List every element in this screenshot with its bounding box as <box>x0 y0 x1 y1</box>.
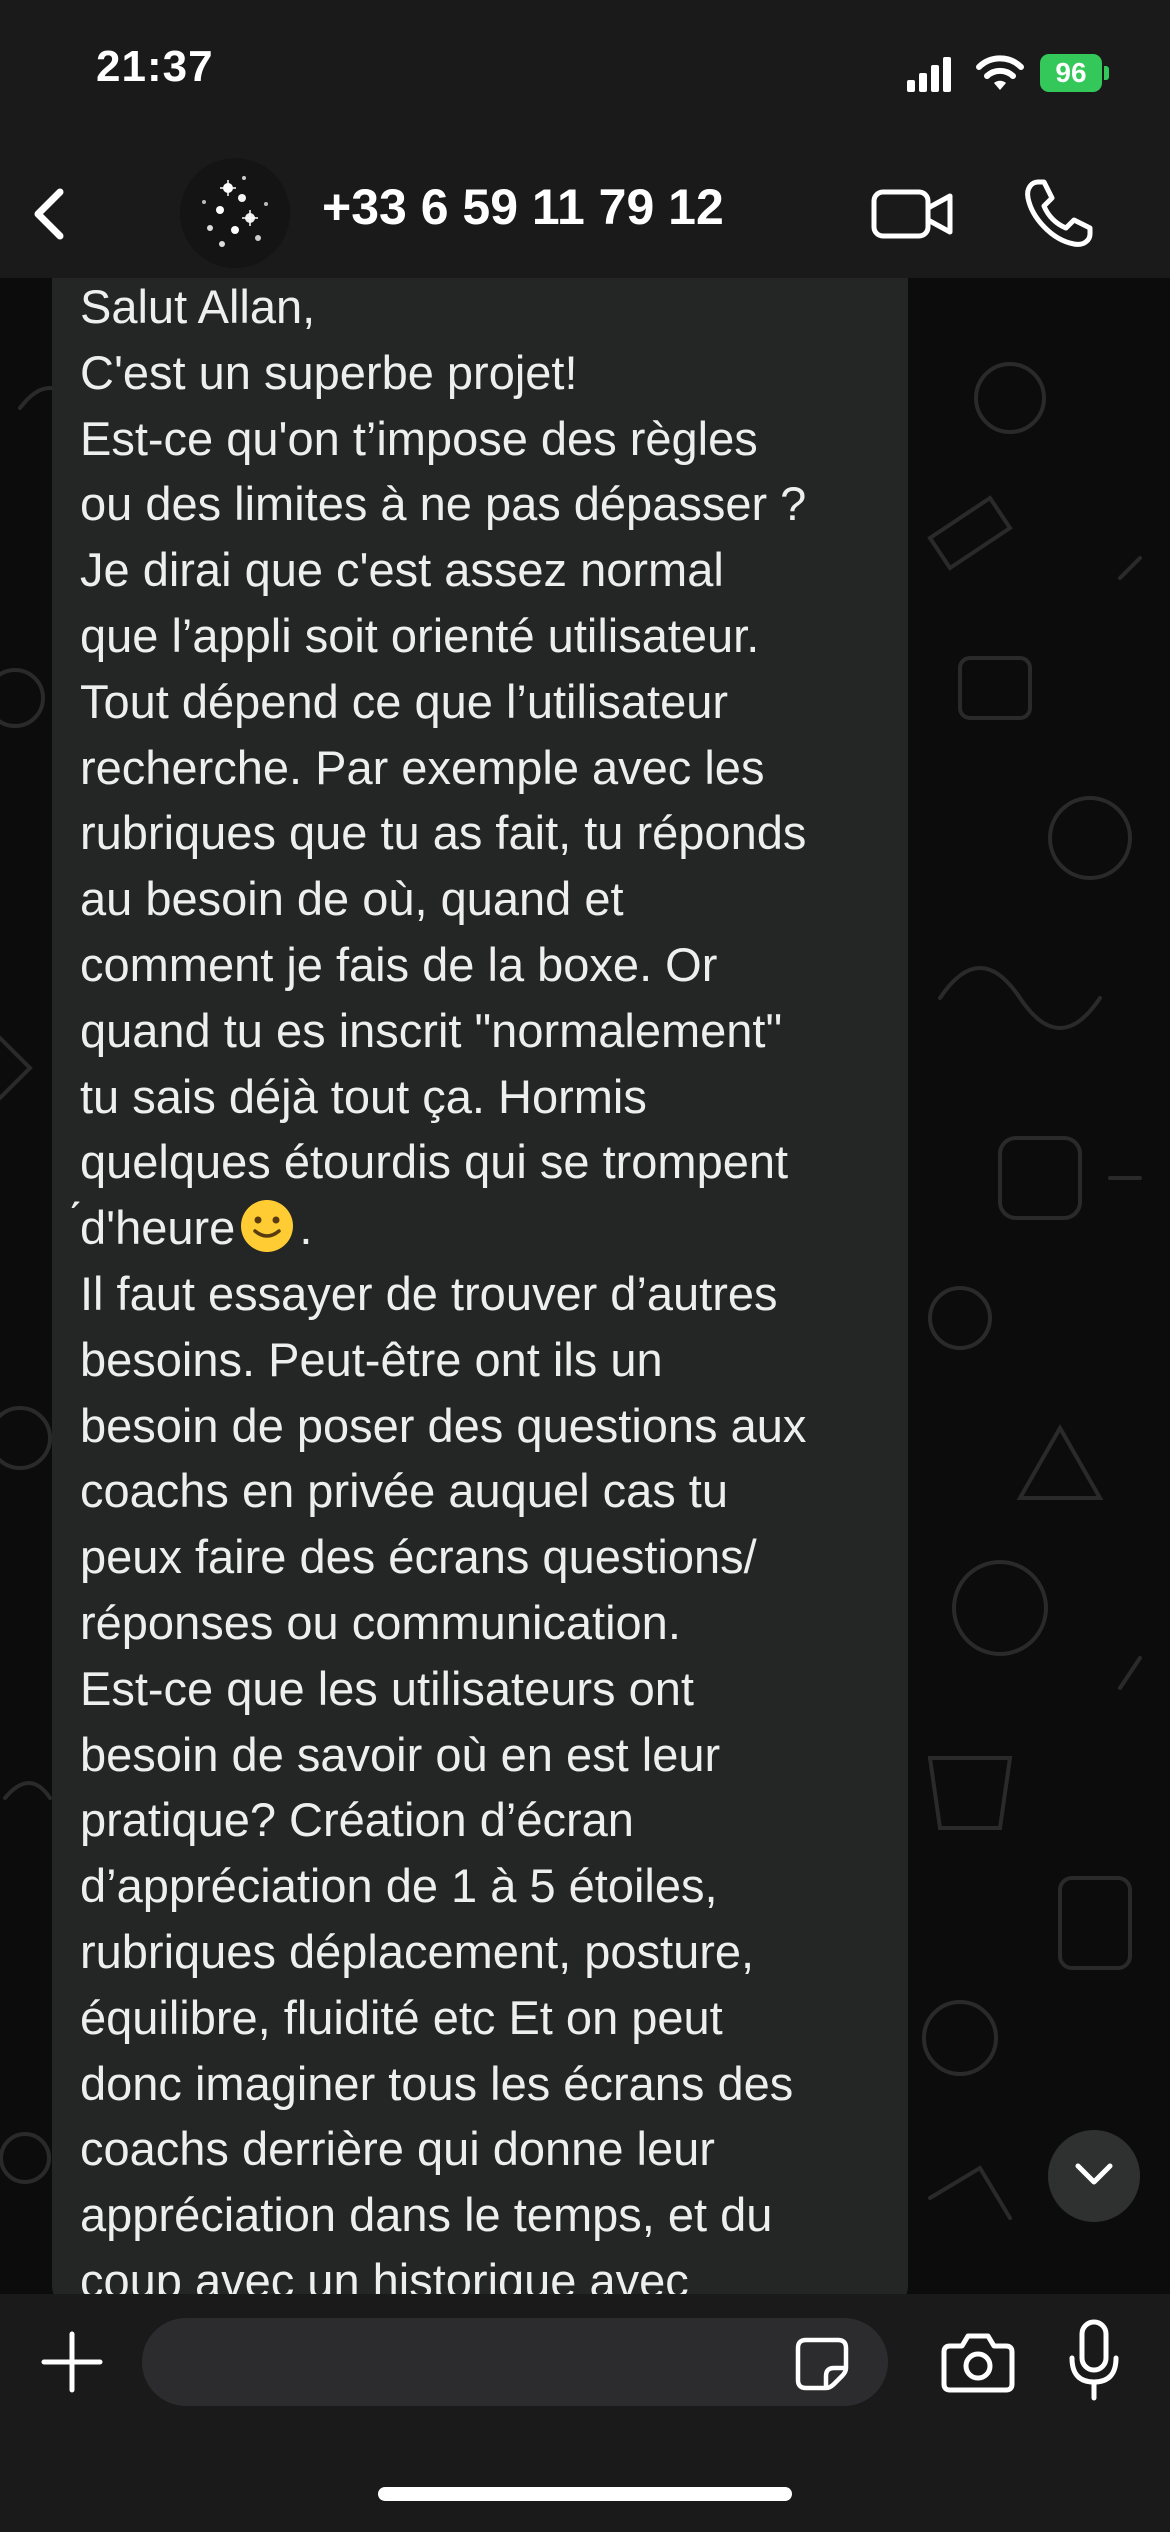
status-bar: 21:37 96 <box>0 0 1170 150</box>
signal-icon <box>907 57 951 92</box>
message-line: besoin de poser des questions aux <box>80 1398 807 1452</box>
message-line: Il faut essayer de trouver d’autres <box>80 1266 778 1320</box>
message-line-text: ́d'heure <box>80 1201 236 1255</box>
scroll-to-bottom-button[interactable] <box>1048 2130 1140 2222</box>
message-line: recherche. Par exemple avec les <box>80 740 765 794</box>
message-line: d’appréciation de 1 à 5 étoiles, <box>80 1859 718 1913</box>
message-line: tu sais déjà tout ça. Hormis <box>80 1069 647 1123</box>
message-line: au besoin de où, quand et <box>80 872 624 926</box>
message-line: que l’appli soit orienté utilisateur. <box>80 608 760 662</box>
whatsapp-chat-screen: 21:37 96 +33 6 59 11 79 12 Salut Allan, … <box>0 0 1170 2532</box>
message-line: ou des limites à ne pas dépasser ? <box>80 477 807 531</box>
battery-level: 96 <box>1040 54 1102 92</box>
chevron-left-icon[interactable] <box>18 174 88 254</box>
contact-name[interactable]: +33 6 59 11 79 12 <box>322 178 724 236</box>
slightly-smiling-face-emoji <box>241 1200 294 1253</box>
chat-header: +33 6 59 11 79 12 <box>0 150 1170 278</box>
message-line: besoins. Peut-être ont ils un <box>80 1332 663 1386</box>
phone-icon[interactable] <box>1018 174 1098 254</box>
message-line: coup avec un historique avec <box>80 2253 689 2294</box>
microphone-icon[interactable] <box>1064 2318 1124 2404</box>
video-camera-icon[interactable] <box>870 178 954 250</box>
message-line: besoin de savoir où en est leur <box>80 1727 721 1781</box>
message-line: appréciation dans le temps, et du <box>80 2188 773 2242</box>
sticker-icon[interactable] <box>792 2334 852 2394</box>
avatar[interactable] <box>180 158 290 268</box>
message-line: réponses ou communication. <box>80 1595 681 1649</box>
message-line: C'est un superbe projet! <box>80 345 578 399</box>
message-line: Est-ce qu'on t’impose des règles <box>80 411 758 465</box>
message-line: pratique? Création d’écran <box>80 1793 634 1847</box>
message-line: Je dirai que c'est assez normal <box>80 543 724 597</box>
message-line: peux faire des écrans questions/ <box>80 1530 757 1584</box>
message-line-suffix: . <box>299 1201 313 1255</box>
message-line: équilibre, fluidité etc Et on peut <box>80 1990 723 2044</box>
chat-area[interactable]: Salut Allan, C'est un superbe projet! Es… <box>0 278 1170 2294</box>
plus-icon[interactable] <box>36 2326 108 2398</box>
message-line: rubriques que tu as fait, tu réponds <box>80 806 807 860</box>
message-line-with-emoji: ́d'heure. <box>80 1195 908 1261</box>
message-line: Tout dépend ce que l’utilisateur <box>80 674 728 728</box>
message-line: quand tu es inscrit "normalement" <box>80 1003 783 1057</box>
message-line: coachs en privée auquel cas tu <box>80 1464 728 1518</box>
message-line: Salut Allan, <box>80 280 316 333</box>
battery-cap <box>1104 66 1109 80</box>
chevron-down-icon <box>1075 2163 1113 2185</box>
message-line: Est-ce que les utilisateurs ont <box>80 1661 694 1715</box>
status-time: 21:37 <box>96 42 214 91</box>
home-indicator[interactable] <box>378 2487 792 2501</box>
incoming-message-bubble[interactable]: Salut Allan, C'est un superbe projet! Es… <box>52 278 908 2294</box>
message-input[interactable] <box>142 2318 888 2406</box>
avatar-sparkles-image <box>180 158 290 268</box>
message-line: comment je fais de la boxe. Or <box>80 937 718 991</box>
message-text: Salut Allan, C'est un superbe projet! Es… <box>80 278 908 2294</box>
message-line: rubriques déplacement, posture, <box>80 1924 755 1978</box>
camera-icon[interactable] <box>940 2330 1016 2394</box>
message-line: quelques étourdis qui se trompent <box>80 1135 789 1189</box>
wifi-icon <box>976 55 1024 90</box>
message-line: coachs derrière qui donne leur <box>80 2122 715 2176</box>
message-line: donc imaginer tous les écrans des <box>80 2056 794 2110</box>
battery-charging-icon: 96 <box>1040 54 1112 92</box>
